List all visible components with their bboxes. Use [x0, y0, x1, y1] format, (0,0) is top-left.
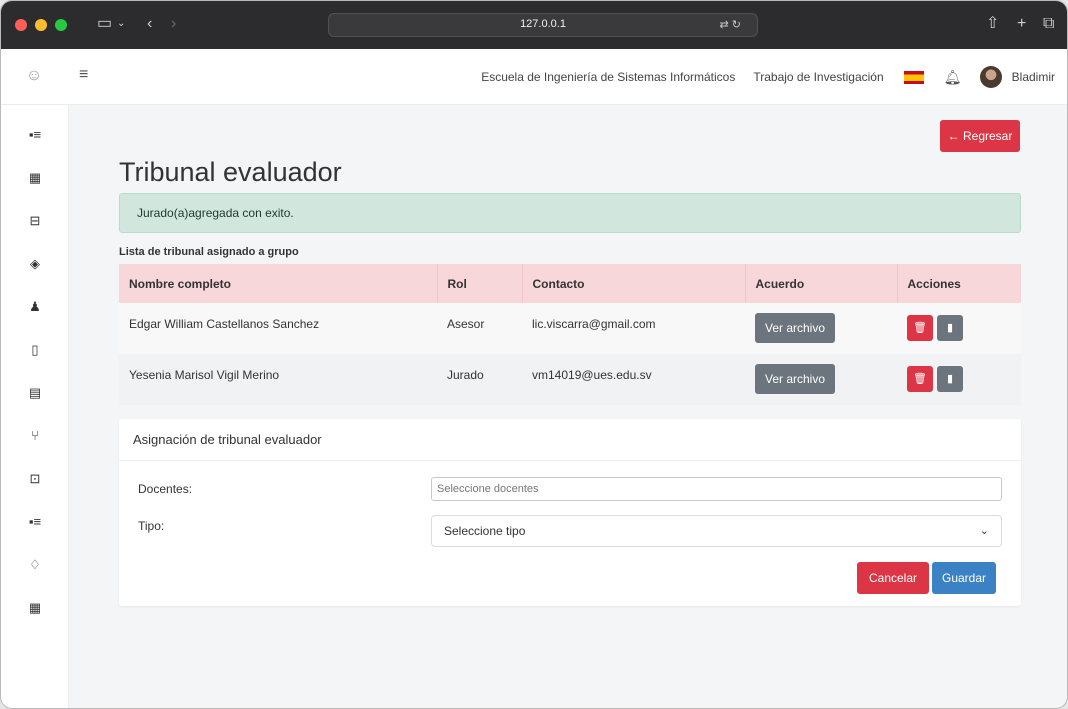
- tipo-select-value: Seleccione tipo: [444, 524, 526, 538]
- user-list-icon-2[interactable]: ▪≡: [25, 512, 45, 532]
- address-bar[interactable]: 127.0.0.1 ⇄ ↻: [328, 13, 758, 37]
- back-arrow-icon[interactable]: ‹: [147, 14, 152, 34]
- contact-cell: vm14019@ues.edu.sv: [522, 354, 745, 405]
- tabs-overview-icon[interactable]: ⧉: [1043, 14, 1054, 34]
- save-button[interactable]: Guardar: [932, 562, 996, 594]
- translate-icon[interactable]: ⇄ ↻: [720, 18, 742, 31]
- avatar[interactable]: [979, 66, 1002, 88]
- user-list-icon[interactable]: ▪≡: [25, 125, 45, 145]
- table-header-row: Nombre completo Rol Contacto Acuerdo Acc…: [119, 264, 1021, 303]
- new-tab-icon[interactable]: +: [1017, 14, 1026, 34]
- agreement-cell: Ver archivo: [745, 303, 897, 354]
- docentes-label: Docentes:: [138, 482, 193, 496]
- menu-icon[interactable]: ≡: [79, 66, 95, 86]
- column-header: Acuerdo: [745, 264, 898, 303]
- name-cell: Edgar William Castellanos Sanchez: [119, 303, 437, 354]
- sidebar-toggle-icon[interactable]: ▭: [97, 14, 112, 34]
- view-file-button[interactable]: Ver archivo: [755, 313, 835, 343]
- browser-toolbar: ▭ ⌄ ‹ › 127.0.0.1 ⇄ ↻ ⇧ + ⧉: [1, 1, 1067, 49]
- app-logo[interactable]: ☺: [25, 67, 43, 87]
- spain-flag-icon[interactable]: [903, 70, 924, 84]
- file-icon[interactable]: ▮: [937, 366, 963, 392]
- card-title: Asignación de tribunal evaluador: [119, 419, 1021, 461]
- tribunal-table: Nombre completo Rol Contacto Acuerdo Acc…: [119, 264, 1021, 405]
- trash-icon[interactable]: 🗑︎: [907, 315, 933, 341]
- page-title: Tribunal evaluador: [119, 157, 342, 187]
- school-link[interactable]: Escuela de Ingeniería de Sistemas Inform…: [481, 70, 735, 84]
- table-row: Edgar William Castellanos Sanchez Asesor…: [119, 303, 1021, 354]
- column-header: Nombre completo: [119, 264, 438, 303]
- actions-cell: 🗑︎ ▮: [897, 354, 1021, 405]
- tipo-select[interactable]: Seleccione tipo ⌄: [431, 515, 1002, 547]
- sidebar: ▪≡ ▦ ⊟ ◈ ♟ ▯ ▤ ⑂ ⊡ ▪≡ ♢ ▦: [1, 105, 69, 708]
- header-nav: Escuela de Ingeniería de Sistemas Inform…: [473, 49, 1055, 105]
- diamond-icon[interactable]: ◈: [25, 254, 45, 274]
- minimize-window-button[interactable]: [35, 19, 47, 31]
- docentes-input[interactable]: Seleccione docentes: [431, 477, 1002, 501]
- users-icon[interactable]: ♟: [25, 297, 45, 317]
- maximize-window-button[interactable]: [55, 19, 67, 31]
- role-cell: Jurado: [437, 354, 522, 405]
- role-cell: Asesor: [437, 303, 522, 354]
- share-icon[interactable]: ⇧: [986, 14, 999, 34]
- document-icon[interactable]: ▤: [25, 383, 45, 403]
- browser-window: ▭ ⌄ ‹ › 127.0.0.1 ⇄ ↻ ⇧ + ⧉ ☺ ≡ Escuela …: [0, 0, 1068, 709]
- view-file-button[interactable]: Ver archivo: [755, 364, 835, 394]
- chevron-down-icon[interactable]: ⌄: [117, 14, 125, 34]
- user-name[interactable]: Bladimir: [1012, 70, 1055, 84]
- actions-cell: 🗑︎ ▮: [897, 303, 1021, 354]
- contact-cell: lic.viscarra@gmail.com: [522, 303, 745, 354]
- assignment-card: Asignación de tribunal evaluador Docente…: [119, 419, 1021, 606]
- forward-arrow-icon[interactable]: ›: [171, 14, 176, 34]
- code-window-icon[interactable]: ⊡: [25, 469, 45, 489]
- chevron-down-icon: ⌄: [979, 525, 989, 537]
- calendar-icon[interactable]: ▦: [25, 598, 45, 618]
- main-content: ← Regresar Tribunal evaluador Jurado(a)a…: [69, 105, 1067, 708]
- research-link[interactable]: Trabajo de Investigación: [753, 70, 883, 84]
- tipo-label: Tipo:: [138, 519, 165, 533]
- column-header: Contacto: [522, 264, 746, 303]
- trash-icon[interactable]: 🗑︎: [907, 366, 933, 392]
- app-header: ☺ ≡ Escuela de Ingeniería de Sistemas In…: [1, 49, 1067, 105]
- file-icon[interactable]: ▮: [937, 315, 963, 341]
- close-window-button[interactable]: [15, 19, 27, 31]
- git-branch-icon[interactable]: ⑂: [25, 426, 45, 446]
- name-cell: Yesenia Marisol Vigil Merino: [119, 354, 437, 405]
- column-header: Rol: [437, 264, 523, 303]
- cancel-button[interactable]: Cancelar: [857, 562, 929, 594]
- table-row: Yesenia Marisol Vigil Merino Jurado vm14…: [119, 354, 1021, 405]
- back-button[interactable]: ← Regresar: [940, 120, 1020, 152]
- column-header: Acciones: [897, 264, 1021, 303]
- bell-icon-sidebar[interactable]: ♢: [25, 555, 45, 575]
- success-alert: Jurado(a)agregada con exito.: [119, 193, 1021, 233]
- file-icon[interactable]: ▯: [25, 340, 45, 360]
- archive-icon[interactable]: ⊟: [25, 211, 45, 231]
- list-caption: Lista de tribunal asignado a grupo: [119, 246, 299, 258]
- building-icon[interactable]: ▦: [25, 168, 45, 188]
- url-text: 127.0.0.1: [520, 18, 566, 30]
- bell-icon[interactable]: 🔔︎: [944, 69, 962, 86]
- agreement-cell: Ver archivo: [745, 354, 897, 405]
